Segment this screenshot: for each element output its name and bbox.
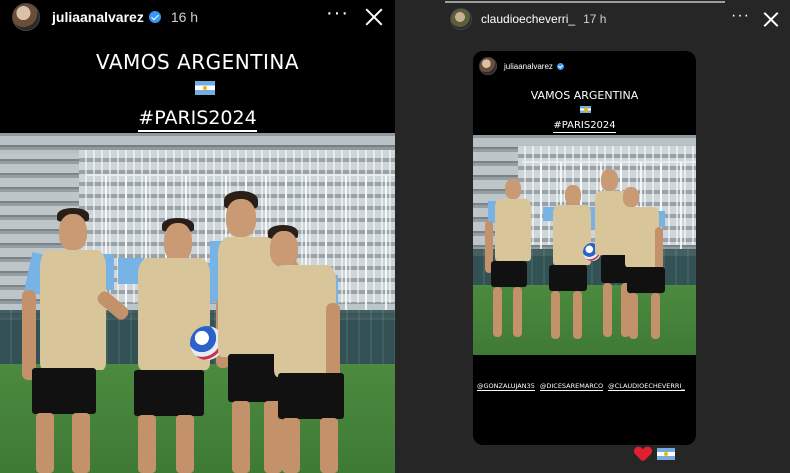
close-icon[interactable] bbox=[763, 12, 778, 27]
user-avatar[interactable] bbox=[12, 3, 40, 31]
more-options-icon[interactable]: ··· bbox=[326, 3, 349, 23]
verified-badge-icon bbox=[148, 11, 161, 23]
post-time: 16 h bbox=[170, 9, 199, 25]
hashtag-sticker[interactable]: #PARIS2024 bbox=[0, 107, 395, 132]
username[interactable]: claudioecheverri_ bbox=[481, 12, 575, 26]
argentina-flag-icon bbox=[195, 81, 215, 95]
username[interactable]: juliaanalvarez bbox=[52, 9, 144, 25]
player-figure bbox=[623, 185, 675, 349]
user-avatar[interactable] bbox=[450, 8, 472, 30]
card-title: VAMOS ARGENTINA bbox=[530, 89, 639, 102]
argentina-flag-icon bbox=[657, 448, 675, 460]
more-options-icon[interactable]: ··· bbox=[731, 8, 750, 24]
mention-stickers: @GONZALUJAN35 @DICESAREMARCO @CLAUDIOECH… bbox=[477, 382, 695, 391]
card-header: juliaanalvarez bbox=[479, 57, 564, 75]
player-figure bbox=[485, 177, 541, 349]
argentina-flag-icon bbox=[580, 106, 591, 113]
mention-dicesaremarco[interactable]: @DICESAREMARCO bbox=[539, 382, 604, 391]
card-photo bbox=[473, 135, 696, 355]
story-header: claudioecheverri_ 17 h ··· bbox=[395, 6, 790, 32]
story-left[interactable]: juliaanalvarez 16 h ··· VAMOS ARGENTINA … bbox=[0, 0, 395, 473]
story-header: juliaanalvarez 16 h ··· bbox=[0, 0, 395, 34]
red-heart-icon bbox=[635, 447, 651, 461]
post-time: 17 h bbox=[583, 12, 607, 26]
reaction-stickers bbox=[635, 447, 675, 461]
card-hashtag-text: #PARIS2024 bbox=[553, 120, 616, 133]
player-figure bbox=[268, 225, 358, 473]
card-avatar[interactable] bbox=[479, 57, 497, 75]
verified-badge-icon bbox=[556, 62, 564, 70]
story-progress-bar bbox=[445, 1, 725, 3]
card-hashtag-sticker[interactable]: #PARIS2024 bbox=[473, 120, 696, 133]
card-username[interactable]: juliaanalvarez bbox=[504, 62, 553, 71]
story-photo bbox=[0, 133, 395, 473]
reshared-story-card[interactable]: juliaanalvarez VAMOS ARGENTINA #PARIS202… bbox=[473, 51, 696, 445]
player-figure bbox=[22, 208, 131, 473]
close-icon[interactable] bbox=[365, 8, 383, 26]
story-right[interactable]: claudioecheverri_ 17 h ··· juliaanalvare… bbox=[395, 0, 790, 473]
story-title: VAMOS ARGENTINA bbox=[95, 50, 300, 74]
hashtag-text: #PARIS2024 bbox=[138, 107, 257, 132]
mention-gonzalujan35[interactable]: @GONZALUJAN35 bbox=[477, 382, 535, 391]
mention-claudioecheverri[interactable]: @CLAUDIOECHEVERRI_ bbox=[608, 382, 685, 391]
